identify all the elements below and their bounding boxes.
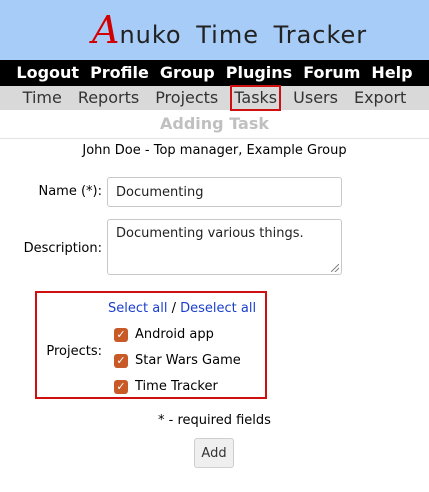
project-name: Android app [135, 327, 214, 342]
name-label: Name (*): [38, 184, 102, 199]
checkbox-checked-icon[interactable]: ✓ [114, 380, 128, 394]
user-info: John Doe - Top manager, Example Group [82, 143, 347, 158]
menu-profile[interactable]: Profile [90, 60, 149, 86]
project-item-star-wars-game[interactable]: ✓ Star Wars Game [114, 352, 241, 370]
tab-tasks[interactable]: Tasks [230, 85, 282, 111]
description-text: Documenting various things. [116, 226, 304, 241]
menu-help[interactable]: Help [371, 60, 412, 86]
menu-group[interactable]: Group [160, 60, 215, 86]
checkbox-checked-icon[interactable]: ✓ [114, 328, 128, 342]
logo-text: nuko Time Tracker [119, 21, 368, 49]
select-links: Select all / Deselect all [108, 299, 256, 319]
menu-plugins[interactable]: Plugins [226, 60, 292, 86]
top-menu: Logout Profile Group Plugins Forum Help [0, 60, 429, 86]
select-all-link[interactable]: Select all [108, 301, 167, 316]
project-name: Star Wars Game [135, 353, 241, 368]
tab-reports[interactable]: Reports [74, 85, 143, 111]
description-label: Description: [23, 241, 102, 256]
header-banner: A nuko Time Tracker [0, 0, 429, 60]
deselect-all-link[interactable]: Deselect all [180, 301, 256, 316]
project-name: Time Tracker [135, 379, 218, 394]
logo-letter: A [92, 8, 120, 52]
checkbox-checked-icon[interactable]: ✓ [114, 354, 128, 368]
app-logo: A nuko Time Tracker [92, 8, 367, 52]
project-item-android-app[interactable]: ✓ Android app [114, 326, 214, 344]
project-item-time-tracker[interactable]: ✓ Time Tracker [114, 378, 218, 396]
tab-projects[interactable]: Projects [151, 85, 222, 111]
required-fields-note: * - required fields [158, 413, 271, 428]
tab-users[interactable]: Users [289, 85, 342, 111]
menu-forum[interactable]: Forum [303, 60, 360, 86]
add-button[interactable]: Add [194, 438, 234, 468]
projects-label: Projects: [46, 344, 102, 359]
description-textarea[interactable]: Documenting various things. [107, 219, 342, 275]
tab-time[interactable]: Time [19, 85, 66, 111]
select-separator: / [171, 301, 176, 316]
page-title: Adding Task [0, 112, 429, 139]
sub-menu: Time Reports Projects Tasks Users Export [0, 85, 429, 111]
name-input[interactable] [107, 177, 342, 207]
resize-handle-icon[interactable] [331, 264, 339, 272]
tab-export[interactable]: Export [350, 85, 410, 111]
menu-logout[interactable]: Logout [16, 60, 79, 86]
